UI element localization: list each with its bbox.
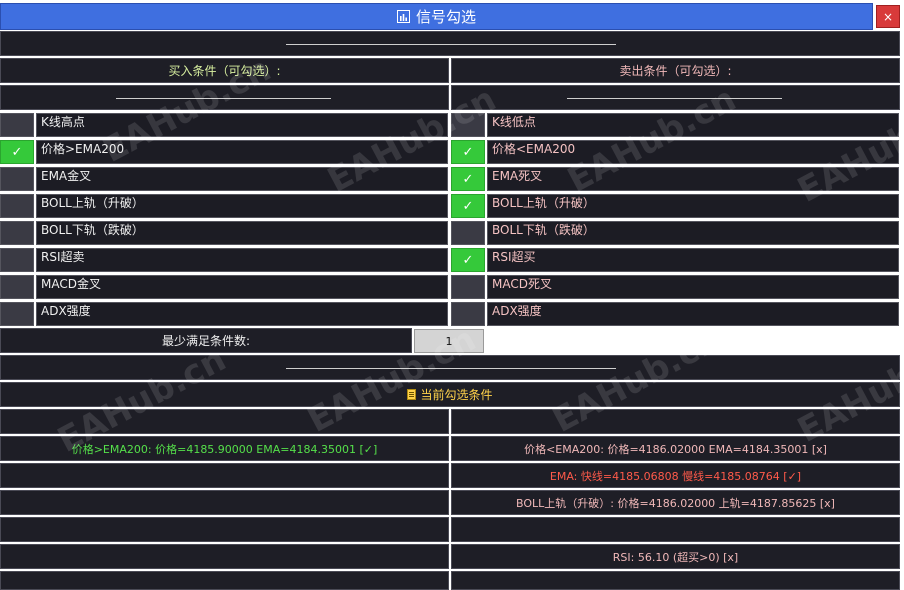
- sell-condition-label-0[interactable]: K线低点: [487, 113, 899, 137]
- buy-separator-bar: [0, 85, 449, 110]
- sell-condition-label-4[interactable]: BOLL下轨（跌破）: [487, 221, 899, 245]
- sell-status-row-0: [451, 409, 900, 434]
- window-title: 信号勾选: [415, 8, 476, 26]
- buy-status-row-3: [0, 490, 449, 515]
- check-icon: ✓: [462, 171, 474, 187]
- sell-conditions-header: 卖出条件（可勾选）:: [451, 58, 900, 83]
- sell-checkbox-2[interactable]: ✓: [451, 167, 485, 191]
- sell-checkbox-3[interactable]: ✓: [451, 194, 485, 218]
- top-separator-bar: [0, 31, 900, 56]
- sell-condition-label-2[interactable]: EMA死叉: [487, 167, 899, 191]
- buy-condition-label-0[interactable]: K线高点: [36, 113, 448, 137]
- sell-checkbox-7[interactable]: [451, 302, 485, 326]
- buy-condition-label-4[interactable]: BOLL下轨（跌破）: [36, 221, 448, 245]
- check-icon: ✓: [462, 198, 474, 214]
- sell-condition-label-7[interactable]: ADX强度: [487, 302, 899, 326]
- check-icon: ✓: [462, 252, 474, 268]
- buy-condition-label-3[interactable]: BOLL上轨（升破）: [36, 194, 448, 218]
- buy-status-row-6: [0, 571, 449, 590]
- buy-condition-label-1[interactable]: 价格>EMA200: [36, 140, 448, 164]
- window-title-bar: 信号勾选: [0, 3, 873, 30]
- sell-status-row-4: [451, 517, 900, 542]
- buy-conditions-header: 买入条件（可勾选）:: [0, 58, 449, 83]
- sell-status-row-5: RSI: 56.10 (超买>0) [x]: [451, 544, 900, 569]
- sell-condition-label-5[interactable]: RSI超买: [487, 248, 899, 272]
- sell-checkbox-4[interactable]: [451, 221, 485, 245]
- sell-separator-bar: [451, 85, 900, 110]
- close-button[interactable]: ×: [876, 5, 900, 28]
- buy-checkbox-2[interactable]: [0, 167, 34, 191]
- buy-checkbox-7[interactable]: [0, 302, 34, 326]
- sell-condition-label-6[interactable]: MACD死叉: [487, 275, 899, 299]
- sell-status-row-2: EMA: 快线=4185.06808 慢线=4185.08764 [✓]: [451, 463, 900, 488]
- check-icon: ✓: [462, 144, 474, 160]
- sell-status-row-1: 价格<EMA200: 价格=4186.02000 EMA=4184.35001 …: [451, 436, 900, 461]
- separator-line: [286, 44, 616, 45]
- buy-condition-label-5[interactable]: RSI超卖: [36, 248, 448, 272]
- buy-status-row-2: [0, 463, 449, 488]
- buy-status-row-0: [0, 409, 449, 434]
- buy-checkbox-6[interactable]: [0, 275, 34, 299]
- buy-status-row-4: [0, 517, 449, 542]
- sell-status-row-6: [451, 571, 900, 590]
- sell-checkbox-5[interactable]: ✓: [451, 248, 485, 272]
- sell-status-row-3: BOLL上轨（升破）: 价格=4186.02000 上轨=4187.85625 …: [451, 490, 900, 515]
- buy-condition-label-7[interactable]: ADX强度: [36, 302, 448, 326]
- close-icon: ×: [882, 9, 894, 24]
- buy-checkbox-1[interactable]: ✓: [0, 140, 34, 164]
- sell-header-text: 卖出条件（可勾选）:: [619, 64, 732, 78]
- check-icon: ✓: [11, 144, 23, 160]
- current-conditions-header: 当前勾选条件: [0, 382, 900, 407]
- buy-checkbox-0[interactable]: [0, 113, 34, 137]
- sell-condition-label-3[interactable]: BOLL上轨（升破）: [487, 194, 899, 218]
- document-icon: [407, 389, 417, 400]
- separator-line: [286, 368, 616, 369]
- buy-condition-label-6[interactable]: MACD金叉: [36, 275, 448, 299]
- buy-condition-label-2[interactable]: EMA金叉: [36, 167, 448, 191]
- sell-checkbox-6[interactable]: [451, 275, 485, 299]
- separator-line: [116, 98, 331, 99]
- buy-checkbox-5[interactable]: [0, 248, 34, 272]
- sell-condition-label-1[interactable]: 价格<EMA200: [487, 140, 899, 164]
- buy-checkbox-4[interactable]: [0, 221, 34, 245]
- buy-status-row-5: [0, 544, 449, 569]
- sell-checkbox-0[interactable]: [451, 113, 485, 137]
- buy-header-text: 买入条件（可勾选）:: [168, 64, 281, 78]
- sell-checkbox-1[interactable]: ✓: [451, 140, 485, 164]
- buy-status-row-1: 价格>EMA200: 价格=4185.90000 EMA=4184.35001 …: [0, 436, 449, 461]
- lower-separator-bar: [0, 355, 900, 380]
- current-conditions-title: 当前勾选条件: [420, 388, 493, 402]
- separator-line: [567, 98, 782, 99]
- min-conditions-label: 最少满足条件数:: [0, 328, 412, 353]
- buy-checkbox-3[interactable]: [0, 194, 34, 218]
- chart-icon: [396, 10, 410, 23]
- min-conditions-input[interactable]: 1: [414, 329, 484, 353]
